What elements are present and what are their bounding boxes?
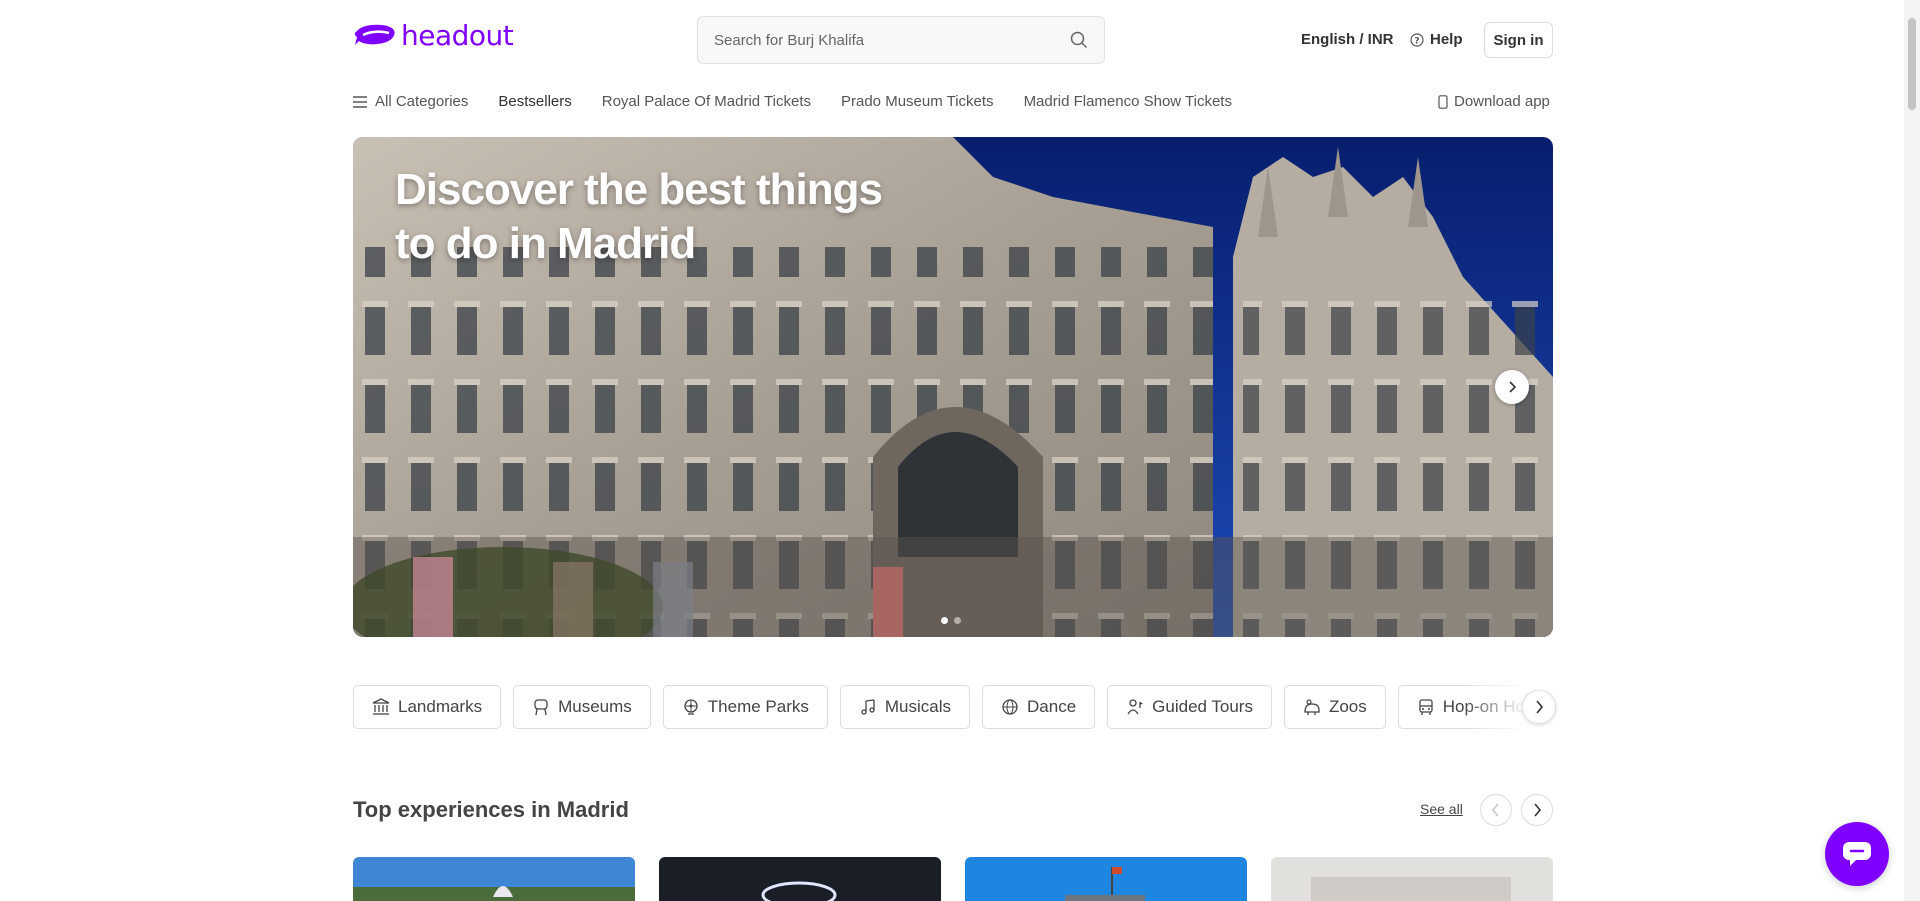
chips-next-button[interactable] (1522, 690, 1556, 724)
carousel-prev-button[interactable] (1480, 794, 1512, 826)
hero-dot[interactable] (954, 617, 961, 624)
landmark-icon (372, 698, 390, 715)
card-image (353, 857, 635, 901)
see-all-link[interactable]: See all (1420, 801, 1463, 817)
hero-banner: Discover the best things to do in Madrid (353, 137, 1553, 637)
phone-icon (1438, 94, 1448, 109)
language-currency-selector[interactable]: English / INR (1301, 31, 1394, 48)
page-scrollbar[interactable] (1904, 0, 1920, 901)
guide-icon (1127, 699, 1144, 715)
chat-bubble-icon (1843, 842, 1871, 866)
chip-label: Museums (558, 697, 632, 716)
bus-icon (1419, 699, 1433, 715)
chevron-right-icon (1536, 700, 1544, 714)
nav-item-bestsellers[interactable]: Bestsellers (498, 93, 571, 110)
carousel-next-button[interactable] (1521, 794, 1553, 826)
download-app-label: Download app (1454, 93, 1550, 110)
help-link[interactable]: ? Help (1410, 31, 1463, 48)
zoo-icon (1304, 699, 1320, 715)
chip-museums[interactable]: Museums (513, 685, 651, 729)
chevron-left-icon (1491, 803, 1499, 817)
headout-logo[interactable]: headout (353, 19, 514, 52)
sign-in-button[interactable]: Sign in (1484, 22, 1553, 58)
theme-park-icon (684, 699, 698, 715)
chip-label: Dance (1027, 697, 1077, 716)
chip-theme-parks[interactable]: Theme Parks (662, 685, 828, 729)
card-image (1271, 857, 1553, 901)
chevron-right-icon (1534, 803, 1542, 817)
chip-musicals[interactable]: Musicals (839, 685, 971, 729)
nav-item-prado-museum[interactable]: Prado Museum Tickets (841, 93, 994, 110)
chip-label: Zoos (1328, 697, 1367, 716)
chat-support-button[interactable] (1825, 822, 1889, 886)
all-categories-label: All Categories (375, 93, 469, 110)
scrollbar-thumb[interactable] (1908, 18, 1916, 110)
hero-title: Discover the best things to do in Madrid (395, 165, 883, 268)
hamburger-menu-icon (353, 95, 367, 108)
category-nav: All Categories Bestsellers Royal Palace … (353, 93, 1262, 110)
chip-landmarks[interactable]: Landmarks (353, 685, 502, 729)
card-image (965, 857, 1247, 901)
card-image (659, 857, 941, 901)
experience-card-image[interactable] (965, 857, 1247, 901)
download-app-link[interactable]: Download app (1438, 93, 1550, 110)
help-icon: ? (1410, 32, 1424, 47)
hero-next-button[interactable] (1495, 370, 1529, 404)
search-bar[interactable] (697, 16, 1105, 64)
chip-label: Theme Parks (707, 697, 809, 716)
logo-text: headout (401, 19, 514, 52)
globe-icon (1002, 699, 1018, 715)
top-experiences-title: Top experiences in Madrid (353, 797, 629, 822)
category-chips: Landmarks Museums Theme Parks Musicals D… (353, 685, 1553, 729)
svg-text:?: ? (1414, 36, 1419, 46)
experience-card-image[interactable] (1271, 857, 1553, 901)
chip-label: Landmarks (398, 697, 483, 716)
chip-dance[interactable]: Dance (982, 685, 1096, 729)
nav-item-flamenco-show[interactable]: Madrid Flamenco Show Tickets (1024, 93, 1232, 110)
hero-pagination (941, 617, 961, 624)
museum-icon (534, 699, 548, 716)
chip-label: Musicals (884, 697, 952, 716)
headout-logo-icon (354, 24, 395, 45)
experience-card-image[interactable] (659, 857, 941, 901)
hero-dot-active[interactable] (941, 617, 948, 624)
chip-zoos[interactable]: Zoos (1283, 685, 1386, 729)
chip-label: Guided Tours (1152, 697, 1253, 716)
chip-guided-tours[interactable]: Guided Tours (1107, 685, 1272, 729)
search-input[interactable] (714, 31, 1070, 49)
music-note-icon (861, 699, 875, 715)
search-icon[interactable] (1070, 31, 1088, 49)
all-categories-menu[interactable]: All Categories (353, 93, 468, 110)
chevron-right-icon (1509, 381, 1517, 393)
nav-item-royal-palace[interactable]: Royal Palace Of Madrid Tickets (602, 93, 811, 110)
experience-card-image[interactable] (353, 857, 635, 901)
help-label: Help (1430, 31, 1463, 48)
